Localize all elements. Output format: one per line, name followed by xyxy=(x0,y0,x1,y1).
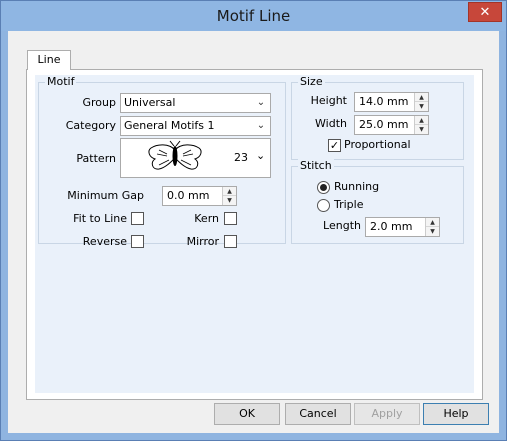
ok-button[interactable]: OK xyxy=(214,403,280,425)
stitch-group-title: Stitch xyxy=(298,159,334,172)
check-icon: ✓ xyxy=(329,139,340,152)
running-label: Running xyxy=(334,180,380,193)
close-button[interactable]: ✕ xyxy=(468,2,502,22)
group-select-value: Universal xyxy=(124,96,176,109)
tab-panel-line: Motif Group Universal ⌄ Category General… xyxy=(26,69,483,400)
proportional-label: Proportional xyxy=(344,138,411,151)
apply-button[interactable]: Apply xyxy=(354,403,420,425)
pattern-select[interactable]: 23 ⌄ xyxy=(120,138,271,178)
fit-to-line-label: Fit to Line xyxy=(73,212,127,225)
width-spin-buttons: ▲ ▼ xyxy=(414,116,428,134)
fit-to-line-checkbox[interactable] xyxy=(131,212,144,225)
spin-down-icon[interactable]: ▼ xyxy=(415,102,428,111)
minimum-gap-spinner[interactable]: 0.0 mm ▲ ▼ xyxy=(162,186,237,206)
close-icon: ✕ xyxy=(479,4,491,20)
spin-up-icon[interactable]: ▲ xyxy=(223,187,236,196)
pattern-label: Pattern xyxy=(76,152,116,165)
motif-line-dialog: Motif Line ✕ Line Motif Group Universal … xyxy=(0,0,507,441)
window-title: Motif Line xyxy=(216,7,291,25)
butterfly-icon xyxy=(148,140,202,170)
length-label: Length xyxy=(323,219,361,232)
reverse-label: Reverse xyxy=(82,235,127,248)
cancel-button[interactable]: Cancel xyxy=(285,403,351,425)
chevron-down-icon: ⌄ xyxy=(256,149,266,162)
height-label: Height xyxy=(310,94,347,107)
spin-up-icon[interactable]: ▲ xyxy=(415,116,428,125)
spin-down-icon[interactable]: ▼ xyxy=(415,125,428,134)
group-select[interactable]: Universal ⌄ xyxy=(120,93,271,113)
dialog-client-area: Line Motif Group Universal ⌄ Category Ge… xyxy=(8,31,499,433)
panel-body: Motif Group Universal ⌄ Category General… xyxy=(35,75,474,393)
mirror-checkbox[interactable] xyxy=(224,235,237,248)
pattern-number: 23 xyxy=(234,151,248,164)
radio-selected-dot xyxy=(320,184,327,191)
minimum-gap-value: 0.0 mm xyxy=(167,189,210,202)
chevron-down-icon: ⌄ xyxy=(256,97,266,108)
spin-down-icon[interactable]: ▼ xyxy=(426,227,439,236)
help-button[interactable]: Help xyxy=(423,403,489,425)
minimum-gap-label: Minimum Gap xyxy=(67,189,144,202)
size-group-title: Size xyxy=(298,75,325,88)
length-spin-buttons: ▲ ▼ xyxy=(425,218,439,236)
width-spinner[interactable]: 25.0 mm ▲ ▼ xyxy=(354,115,429,135)
spin-up-icon[interactable]: ▲ xyxy=(426,218,439,227)
spin-up-icon[interactable]: ▲ xyxy=(415,93,428,102)
minimum-gap-spin-buttons: ▲ ▼ xyxy=(222,187,236,205)
mirror-label: Mirror xyxy=(186,235,219,248)
triple-radio[interactable] xyxy=(317,199,330,212)
category-select[interactable]: General Motifs 1 ⌄ xyxy=(120,116,271,136)
spin-down-icon[interactable]: ▼ xyxy=(223,196,236,205)
height-spin-buttons: ▲ ▼ xyxy=(414,93,428,111)
chevron-down-icon: ⌄ xyxy=(256,120,266,131)
height-value: 14.0 mm xyxy=(359,95,409,108)
kern-checkbox[interactable] xyxy=(224,212,237,225)
group-label: Group xyxy=(82,96,117,109)
triple-label: Triple xyxy=(334,198,364,211)
category-label: Category xyxy=(65,119,116,132)
width-value: 25.0 mm xyxy=(359,118,409,131)
category-select-value: General Motifs 1 xyxy=(124,119,215,132)
title-bar[interactable]: Motif Line ✕ xyxy=(1,1,506,31)
reverse-checkbox[interactable] xyxy=(131,235,144,248)
proportional-checkbox[interactable]: ✓ xyxy=(328,139,341,152)
length-value: 2.0 mm xyxy=(370,220,413,233)
height-spinner[interactable]: 14.0 mm ▲ ▼ xyxy=(354,92,429,112)
kern-label: Kern xyxy=(194,212,219,225)
width-label: Width xyxy=(315,117,347,130)
motif-group-title: Motif xyxy=(45,75,77,88)
tab-line[interactable]: Line xyxy=(27,50,71,70)
running-radio[interactable] xyxy=(317,181,330,194)
length-spinner[interactable]: 2.0 mm ▲ ▼ xyxy=(365,217,440,237)
